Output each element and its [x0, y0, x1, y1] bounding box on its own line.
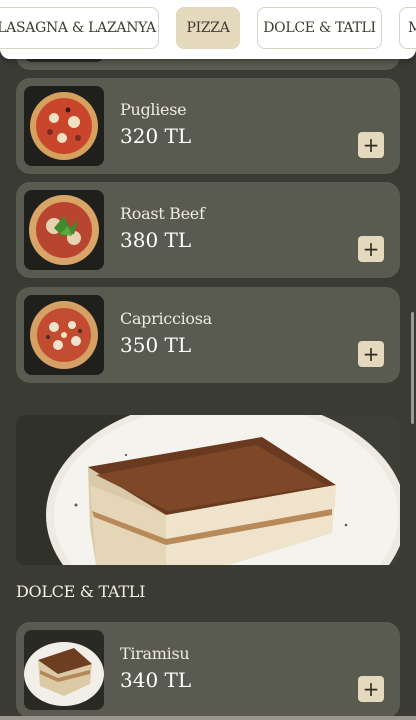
product-price: 350 TL: [120, 333, 192, 357]
pizza-capricciosa-image: [24, 295, 104, 375]
product-card-pugliese[interactable]: Pugliese 320 TL +: [16, 78, 400, 174]
tab-pizza[interactable]: PIZZA: [176, 7, 240, 49]
section-title-dolce: DOLCE & TATLI: [16, 582, 146, 601]
product-name: Capricciosa: [120, 309, 212, 328]
dolce-section-banner: [16, 415, 400, 565]
product-name: Tiramisu: [120, 644, 190, 663]
add-to-cart-button[interactable]: +: [358, 236, 384, 262]
scrollbar[interactable]: [411, 312, 414, 424]
add-to-cart-button[interactable]: +: [358, 676, 384, 702]
product-price: 320 TL: [120, 124, 192, 148]
product-price: 340 TL: [120, 668, 192, 692]
add-to-cart-button[interactable]: +: [358, 132, 384, 158]
product-name: Roast Beef: [120, 204, 205, 223]
product-price: 380 TL: [120, 228, 192, 252]
bottom-edge: [0, 716, 416, 720]
tab-next-partial[interactable]: M: [399, 7, 416, 49]
product-card-tiramisu[interactable]: Tiramisu 340 TL +: [16, 622, 400, 718]
tab-dolce[interactable]: DOLCE & TATLI: [257, 7, 382, 49]
category-tab-bar: LASAGNA & LAZANYA PIZZA DOLCE & TATLI M: [0, 0, 416, 59]
pizza-roast-beef-image: [24, 190, 104, 270]
tiramisu-image: [24, 630, 104, 710]
product-card-capricciosa[interactable]: Capricciosa 350 TL +: [16, 287, 400, 383]
pizza-pugliese-image: [24, 86, 104, 166]
add-to-cart-button[interactable]: +: [358, 341, 384, 367]
product-card-roast-beef[interactable]: Roast Beef 380 TL +: [16, 182, 400, 278]
product-name: Pugliese: [120, 100, 187, 119]
tab-lasagna[interactable]: LASAGNA & LAZANYA: [0, 7, 159, 49]
